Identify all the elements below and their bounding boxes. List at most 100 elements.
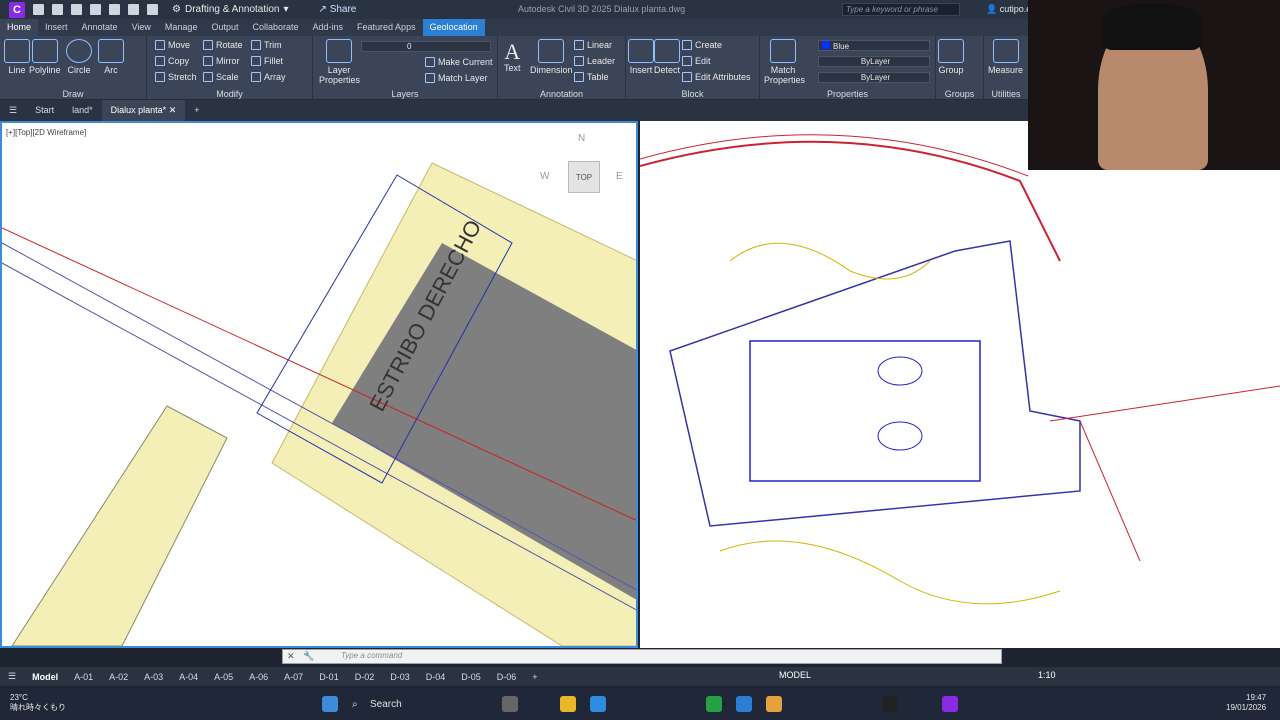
save-icon[interactable] [71, 4, 82, 15]
hamburger-menu-icon[interactable]: ☰ [0, 100, 26, 121]
insert-button[interactable]: Insert [628, 39, 654, 75]
tab-view[interactable]: View [125, 19, 158, 36]
close-icon[interactable]: ✕ [169, 105, 177, 115]
match-layer-button[interactable]: Match Layer [425, 73, 488, 83]
autocad-dx-icon[interactable] [882, 696, 898, 712]
layout-tab[interactable]: A-06 [241, 672, 276, 682]
print-icon[interactable] [109, 4, 120, 15]
layout-tab[interactable]: D-03 [382, 672, 418, 682]
task-view-icon[interactable] [502, 696, 518, 712]
tab-collaborate[interactable]: Collaborate [245, 19, 305, 36]
layout-tab[interactable]: D-01 [311, 672, 347, 682]
file-tab-land[interactable]: land* [63, 100, 102, 121]
color-dropdown[interactable]: Blue [818, 40, 930, 51]
tab-annotate[interactable]: Annotate [75, 19, 125, 36]
civil3d-taskbar-icon[interactable] [942, 696, 958, 712]
table-button[interactable]: Table [574, 72, 609, 82]
left-viewport[interactable]: [+][Top][2D Wireframe] ESTRIBO DERECHO T… [0, 121, 638, 648]
line-button[interactable]: Line [4, 39, 30, 75]
new-tab-button[interactable]: + [185, 100, 208, 121]
weather-widget[interactable]: 23°C 晴れ時々くもり [10, 693, 66, 713]
status-model[interactable]: MODEL [779, 670, 811, 680]
layout-tab-model[interactable]: Model [24, 672, 66, 682]
viewcube[interactable]: TOP [568, 161, 600, 193]
modify-panel-title[interactable]: Modify [147, 89, 312, 100]
array-button[interactable]: Array [251, 72, 286, 82]
add-layout-button[interactable]: + [524, 672, 545, 682]
layout-tab[interactable]: A-02 [101, 672, 136, 682]
layer-dropdown[interactable]: 0 [361, 41, 491, 52]
copy-button[interactable]: Copy [155, 56, 189, 66]
make-current-button[interactable]: Make Current [425, 57, 493, 67]
file-tab-dialux-planta[interactable]: Dialux planta* ✕ [101, 100, 186, 121]
workspace-selector[interactable]: ⚙ Drafting & Annotation ▾ [172, 4, 289, 15]
layout-tab[interactable]: D-02 [347, 672, 383, 682]
dimension-button[interactable]: Dimension [530, 39, 573, 75]
tab-geolocation[interactable]: Geolocation [422, 19, 485, 36]
annotation-scale[interactable]: 1:10 [1038, 670, 1056, 680]
block-panel-title[interactable]: Block [626, 89, 759, 100]
lineweight-dropdown[interactable]: ByLayer [818, 72, 930, 83]
viewport-controls[interactable]: [+][Top][2D Wireframe] [6, 128, 86, 137]
arc-button[interactable]: Arc [98, 39, 124, 75]
layout-tab[interactable]: D-05 [453, 672, 489, 682]
leader-button[interactable]: Leader [574, 56, 615, 66]
user-account[interactable]: 👤 cutipo.e [986, 4, 1031, 15]
move-button[interactable]: Move [155, 40, 190, 50]
layer-properties-button[interactable]: Layer Properties [319, 39, 360, 85]
tab-manage[interactable]: Manage [158, 19, 205, 36]
hamburger-menu-icon[interactable]: ☰ [0, 671, 24, 682]
share-button[interactable]: ↗ Share [319, 4, 357, 15]
command-input[interactable]: Type a command [341, 651, 402, 660]
civil3d-logo[interactable]: C [9, 1, 25, 18]
new-file-icon[interactable] [33, 4, 44, 15]
utilities-panel-title[interactable]: Utilities [984, 89, 1028, 100]
match-properties-button[interactable]: Match Properties [764, 39, 805, 85]
open-file-icon[interactable] [52, 4, 63, 15]
linear-button[interactable]: Linear [574, 40, 612, 50]
tab-insert[interactable]: Insert [38, 19, 75, 36]
layout-tab[interactable]: D-04 [418, 672, 454, 682]
trim-button[interactable]: Trim [251, 40, 282, 50]
layout-tab[interactable]: A-05 [206, 672, 241, 682]
save-as-icon[interactable] [90, 4, 101, 15]
layout-tab[interactable]: D-06 [489, 672, 525, 682]
layers-panel-title[interactable]: Layers [313, 89, 497, 100]
system-clock[interactable]: 19:47 19/01/2026 [1226, 693, 1266, 713]
groups-panel-title[interactable]: Groups [936, 89, 983, 100]
close-icon[interactable]: ✕ [287, 651, 295, 662]
wrench-icon[interactable]: 🔧 [303, 651, 314, 662]
scale-button[interactable]: Scale [203, 72, 239, 82]
tab-featured-apps[interactable]: Featured Apps [350, 19, 423, 36]
windows-start-icon[interactable] [322, 696, 338, 712]
text-button[interactable]: A Text [504, 39, 521, 73]
undo-icon[interactable] [128, 4, 139, 15]
polyline-button[interactable]: Polyline [29, 39, 61, 75]
chrome-icon[interactable] [766, 696, 782, 712]
create-block-button[interactable]: Create [682, 40, 722, 50]
mirror-button[interactable]: Mirror [203, 56, 240, 66]
fillet-button[interactable]: Fillet [251, 56, 283, 66]
measure-button[interactable]: Measure [988, 39, 1023, 75]
file-tab-start[interactable]: Start [26, 100, 63, 121]
help-search-input[interactable]: Type a keyword or phrase [842, 3, 960, 16]
edit-attributes-button[interactable]: Edit Attributes [682, 72, 751, 82]
layout-tab[interactable]: A-03 [136, 672, 171, 682]
vscode-icon[interactable] [736, 696, 752, 712]
group-button[interactable]: Group [938, 39, 964, 75]
right-viewport[interactable] [640, 121, 1280, 648]
properties-panel-title[interactable]: Properties [760, 89, 935, 100]
tab-output[interactable]: Output [204, 19, 245, 36]
redo-icon[interactable] [147, 4, 158, 15]
layout-tab[interactable]: A-01 [66, 672, 101, 682]
edit-block-button[interactable]: Edit [682, 56, 711, 66]
file-explorer-icon[interactable] [560, 696, 576, 712]
edge-icon[interactable] [590, 696, 606, 712]
tab-home[interactable]: Home [0, 19, 39, 36]
layout-tab[interactable]: A-07 [276, 672, 311, 682]
rotate-button[interactable]: Rotate [203, 40, 243, 50]
annotation-panel-title[interactable]: Annotation [498, 89, 625, 100]
draw-panel-title[interactable]: Draw [0, 89, 146, 100]
circle-button[interactable]: Circle [66, 39, 92, 75]
tab-add-ins[interactable]: Add-ins [306, 19, 351, 36]
